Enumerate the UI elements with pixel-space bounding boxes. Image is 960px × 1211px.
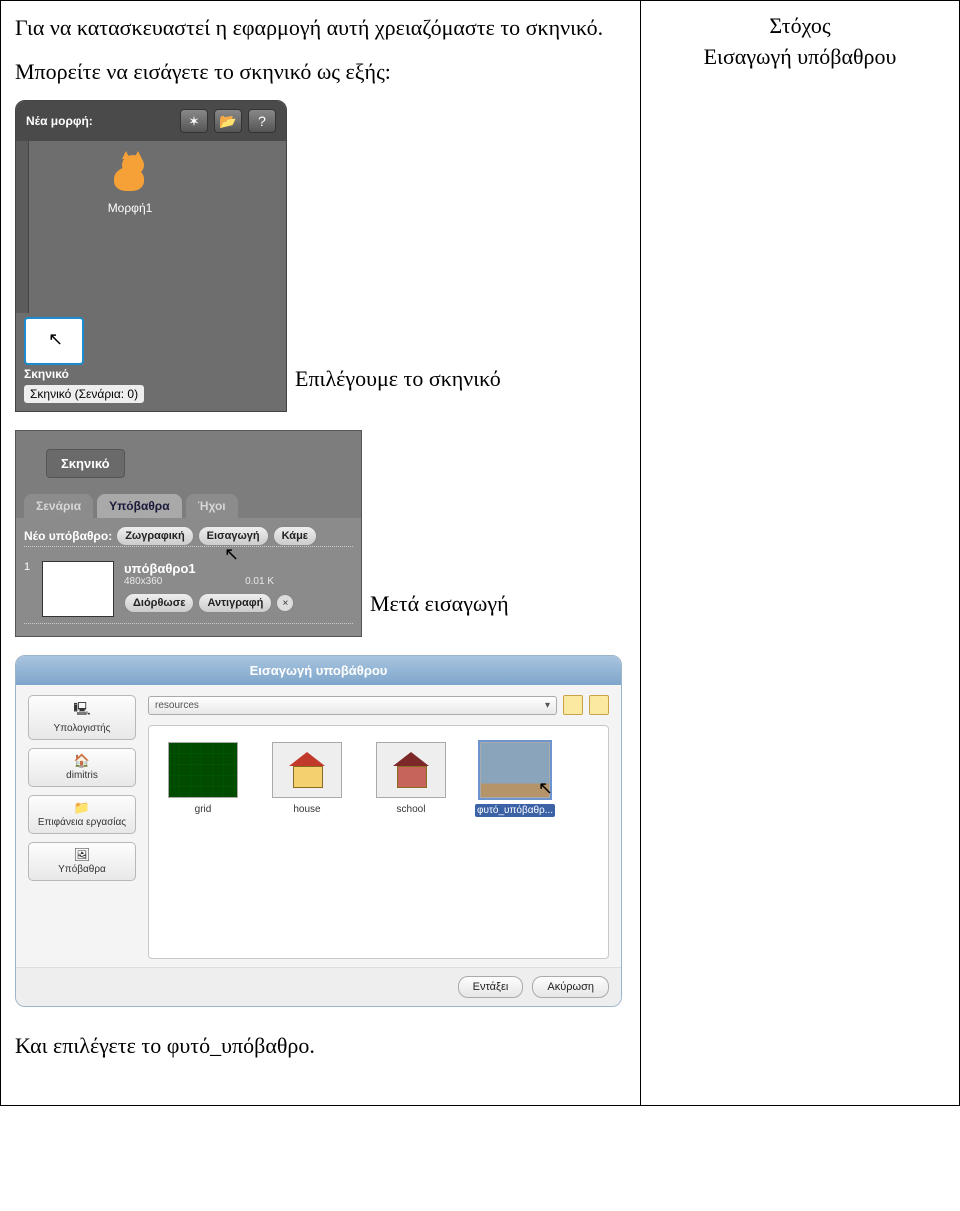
file-name: grid: [163, 804, 243, 815]
up-folder-button[interactable]: [563, 695, 583, 715]
import-background-dialog: Εισαγωγή υποβάθρου 🖳 Υπολογιστής 🏠 dimit…: [15, 655, 622, 1007]
background-thumbnail[interactable]: [42, 561, 114, 617]
dialog-sidebar: 🖳 Υπολογιστής 🏠 dimitris 📁 Επιφάνεια εργ…: [28, 695, 136, 959]
dialog-title: Εισαγωγή υποβάθρου: [16, 656, 621, 685]
cursor-icon: ↖: [224, 544, 239, 565]
new-background-row: Νέο υπόβαθρο: Ζωγραφική Εισαγωγή Κάμε: [24, 526, 353, 546]
delete-button[interactable]: ×: [276, 594, 294, 612]
copy-button[interactable]: Αντιγραφή: [198, 593, 272, 613]
tab-scripts[interactable]: Σενάρια: [24, 494, 93, 518]
surprise-sprite-button[interactable]: ?: [248, 109, 276, 133]
file-name: house: [267, 804, 347, 815]
home-icon: 🏠: [33, 753, 131, 769]
stage-label: Σκηνικό: [24, 367, 286, 381]
stage-info: Σκηνικό (Σενάρια: 0): [24, 385, 144, 403]
sidebar-user[interactable]: 🏠 dimitris: [28, 748, 136, 787]
folder-icon: 📁: [33, 800, 131, 816]
scratch-sprite-panel: Νέα μορφή: ✶ 📂 ? Μορφή1: [15, 100, 287, 412]
new-folder-button[interactable]: [589, 695, 609, 715]
picture-icon: 🖼: [33, 847, 131, 863]
sidebar-computer-label: Υπολογιστής: [54, 723, 111, 734]
paint-new-sprite-button[interactable]: ✶: [180, 109, 208, 133]
sidebar-user-label: dimitris: [66, 770, 98, 781]
file-plant-background-item[interactable]: ↖ φυτό_υπόβαθρ...: [475, 742, 555, 817]
path-dropdown[interactable]: resources ▾: [148, 696, 557, 715]
sidebar-desktop[interactable]: 📁 Επιφάνεια εργασίας: [28, 795, 136, 834]
import-button[interactable]: Εισαγωγή: [198, 526, 269, 546]
intro-text-1: Για να κατασκευαστεί η εφαρμογή αυτή χρε…: [15, 13, 626, 43]
outro-text: Και επιλέγετε το φυτό_υπόβαθρο.: [15, 1031, 626, 1061]
file-grid-item[interactable]: grid: [163, 742, 243, 815]
path-value: resources: [155, 700, 199, 711]
stage-thumbnail[interactable]: ↖: [24, 317, 84, 365]
cat-icon: [108, 153, 152, 197]
house-icon: [289, 752, 325, 788]
school-icon: [393, 752, 429, 788]
scratch-backgrounds-panel: Σκηνικό Σενάρια Υπόβαθρα Ήχοι Νέο υπόβαθ…: [15, 430, 362, 637]
grid-icon: [169, 743, 237, 797]
new-sprite-bar: Νέα μορφή: ✶ 📂 ?: [16, 101, 286, 141]
new-background-label: Νέο υπόβαθρο:: [24, 529, 112, 543]
sidebar-backgrounds-label: Υπόβαθρα: [58, 864, 106, 875]
chevron-down-icon: ▾: [545, 700, 550, 711]
choose-sprite-button[interactable]: 📂: [214, 109, 242, 133]
intro-text-2: Μπορείτε να εισάγετε το σκηνικό ως εξής:: [15, 57, 626, 87]
sidebar-computer[interactable]: 🖳 Υπολογιστής: [28, 695, 136, 740]
tab-backgrounds[interactable]: Υπόβαθρα: [97, 494, 182, 518]
background-dimensions: 480x360: [124, 576, 162, 587]
file-name: φυτό_υπόβαθρ...: [475, 804, 555, 817]
ok-button[interactable]: Εντάξει: [458, 976, 524, 998]
cursor-icon: ↖: [538, 778, 553, 799]
new-sprite-label: Νέα μορφή:: [26, 114, 174, 128]
panel-rail: [16, 141, 29, 313]
file-name: school: [371, 804, 451, 815]
goal-text: Εισαγωγή υπόβαθρου: [655, 42, 945, 73]
caption-select-stage: Επιλέγουμε το σκηνικό: [295, 366, 501, 392]
goal-label: Στόχος: [655, 11, 945, 42]
file-school-item[interactable]: school: [371, 742, 451, 815]
stage-title-box: Σκηνικό: [46, 449, 125, 478]
computer-icon: 🖳: [33, 700, 131, 722]
sprite-thumbnail[interactable]: Μορφή1: [90, 153, 170, 215]
edit-button[interactable]: Διόρθωσε: [124, 593, 194, 613]
background-number: 1: [24, 561, 32, 573]
file-grid: grid house school: [148, 725, 609, 959]
camera-button[interactable]: Κάμε: [273, 526, 317, 546]
background-filesize: 0.01 K: [245, 576, 274, 587]
cancel-button[interactable]: Ακύρωση: [532, 976, 609, 998]
paint-button[interactable]: Ζωγραφική: [116, 526, 193, 546]
sidebar-desktop-label: Επιφάνεια εργασίας: [38, 817, 126, 828]
file-house-item[interactable]: house: [267, 742, 347, 815]
tabs-row: Σενάρια Υπόβαθρα Ήχοι: [16, 490, 361, 518]
caption-after-import: Μετά εισαγωγή: [370, 591, 509, 617]
sprite-name: Μορφή1: [90, 201, 170, 215]
sidebar-backgrounds[interactable]: 🖼 Υπόβαθρα: [28, 842, 136, 881]
cursor-icon: ↖: [48, 329, 63, 350]
tab-sounds[interactable]: Ήχοι: [186, 494, 238, 518]
